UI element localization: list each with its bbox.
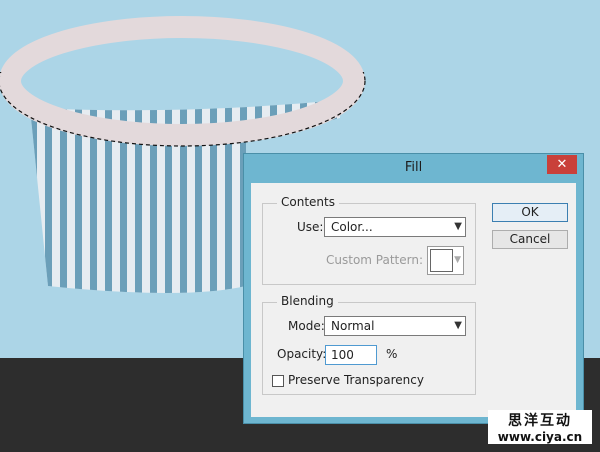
mode-dropdown-value: Normal — [331, 319, 375, 333]
watermark-url: www.ciya.cn — [497, 430, 583, 444]
mode-dropdown[interactable]: Normal ▼ — [324, 316, 466, 336]
pattern-swatch — [430, 249, 453, 272]
fill-dialog: Fill ✕ Contents Use: Color... ▼ Custom P… — [243, 153, 584, 424]
cup-stripe — [210, 100, 217, 293]
cup-stripe — [105, 100, 112, 293]
cup-stripe — [90, 100, 97, 293]
chevron-down-icon: ▼ — [454, 255, 461, 265]
dialog-body: Contents Use: Color... ▼ Custom Pattern:… — [251, 183, 576, 417]
cancel-button[interactable]: Cancel — [492, 230, 568, 249]
cup-stripe — [120, 100, 127, 293]
chevron-down-icon: ▼ — [454, 320, 462, 331]
use-dropdown[interactable]: Color... ▼ — [324, 217, 466, 237]
close-icon: ✕ — [556, 157, 568, 172]
cup-stripe — [135, 100, 142, 293]
use-dropdown-value: Color... — [331, 220, 373, 234]
cup-stripe — [225, 100, 232, 293]
custom-pattern-label: Custom Pattern: — [326, 253, 424, 267]
cup-stripe — [150, 100, 157, 293]
watermark-chinese: 思洋互动 — [508, 413, 572, 429]
cup-stripe — [180, 100, 187, 293]
preserve-transparency-label[interactable]: Preserve Transparency — [288, 373, 424, 387]
opacity-unit: % — [386, 347, 398, 361]
blending-group: Blending Mode: Normal ▼ Opacity: 100 % P… — [262, 294, 476, 395]
dialog-titlebar[interactable]: Fill ✕ — [244, 154, 583, 182]
dialog-title: Fill — [404, 160, 423, 175]
ok-button[interactable]: OK — [492, 203, 568, 222]
mode-label: Mode: — [288, 319, 325, 333]
opacity-label: Opacity: — [277, 347, 327, 361]
custom-pattern-picker[interactable]: ▼ — [427, 246, 464, 275]
cup-stripe — [165, 100, 172, 293]
opacity-input[interactable]: 100 — [325, 345, 377, 365]
chevron-down-icon: ▼ — [454, 221, 462, 232]
close-button[interactable]: ✕ — [547, 155, 577, 174]
preserve-transparency-checkbox[interactable] — [272, 375, 284, 387]
watermark-logo: 思洋互动 www.ciya.cn — [488, 410, 592, 444]
contents-legend: Contents — [277, 195, 339, 209]
use-label: Use: — [297, 220, 324, 234]
contents-group: Contents Use: Color... ▼ Custom Pattern:… — [262, 195, 476, 285]
blending-legend: Blending — [277, 294, 338, 308]
cup-stripe — [195, 100, 202, 293]
